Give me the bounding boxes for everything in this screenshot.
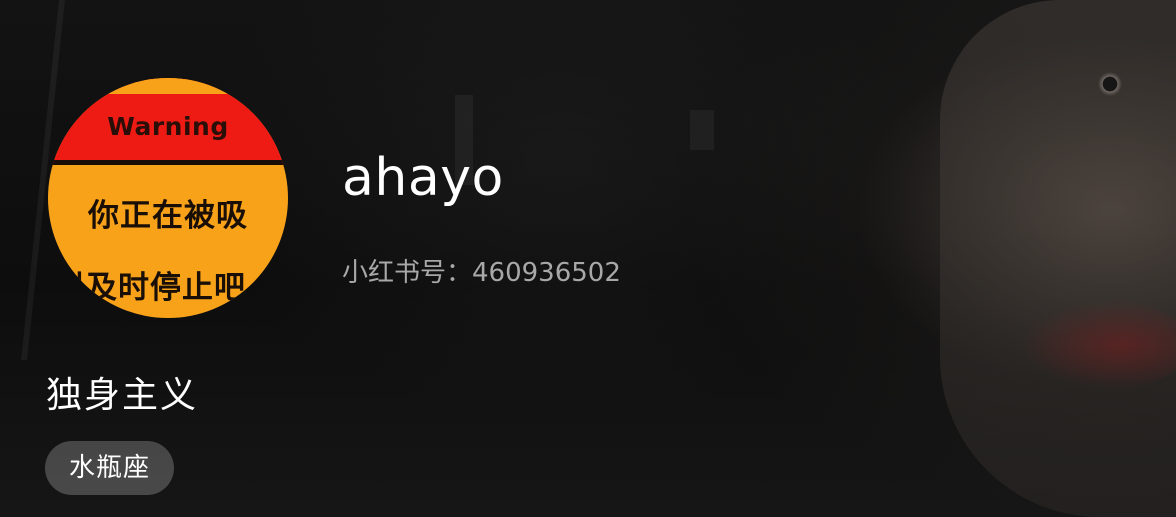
avatar-band [48, 78, 288, 94]
background-decoration [1080, 62, 1138, 102]
avatar-warning-text: Warning [107, 112, 229, 141]
avatar-text-line1: 你正在被吸 [88, 198, 248, 234]
background-photo [940, 0, 1176, 517]
bio: 独身主义 [46, 375, 199, 416]
username: ahayo [342, 148, 504, 208]
profile-header: Warning 你正在被吸 引及时停止吧 ahayo 小红书号：46093650… [0, 0, 1176, 517]
background-decoration [1020, 300, 1176, 390]
background-decoration [690, 110, 714, 150]
avatar[interactable]: Warning 你正在被吸 引及时停止吧 [48, 78, 288, 318]
avatar-text-line2: 引及时停止吧 [54, 270, 246, 306]
account-id-value: 460936502 [472, 258, 621, 288]
account-id-label: 小红书号： [342, 258, 473, 288]
account-id[interactable]: 小红书号：460936502 [342, 252, 621, 289]
tag-zodiac[interactable]: 水瓶座 [45, 441, 175, 495]
